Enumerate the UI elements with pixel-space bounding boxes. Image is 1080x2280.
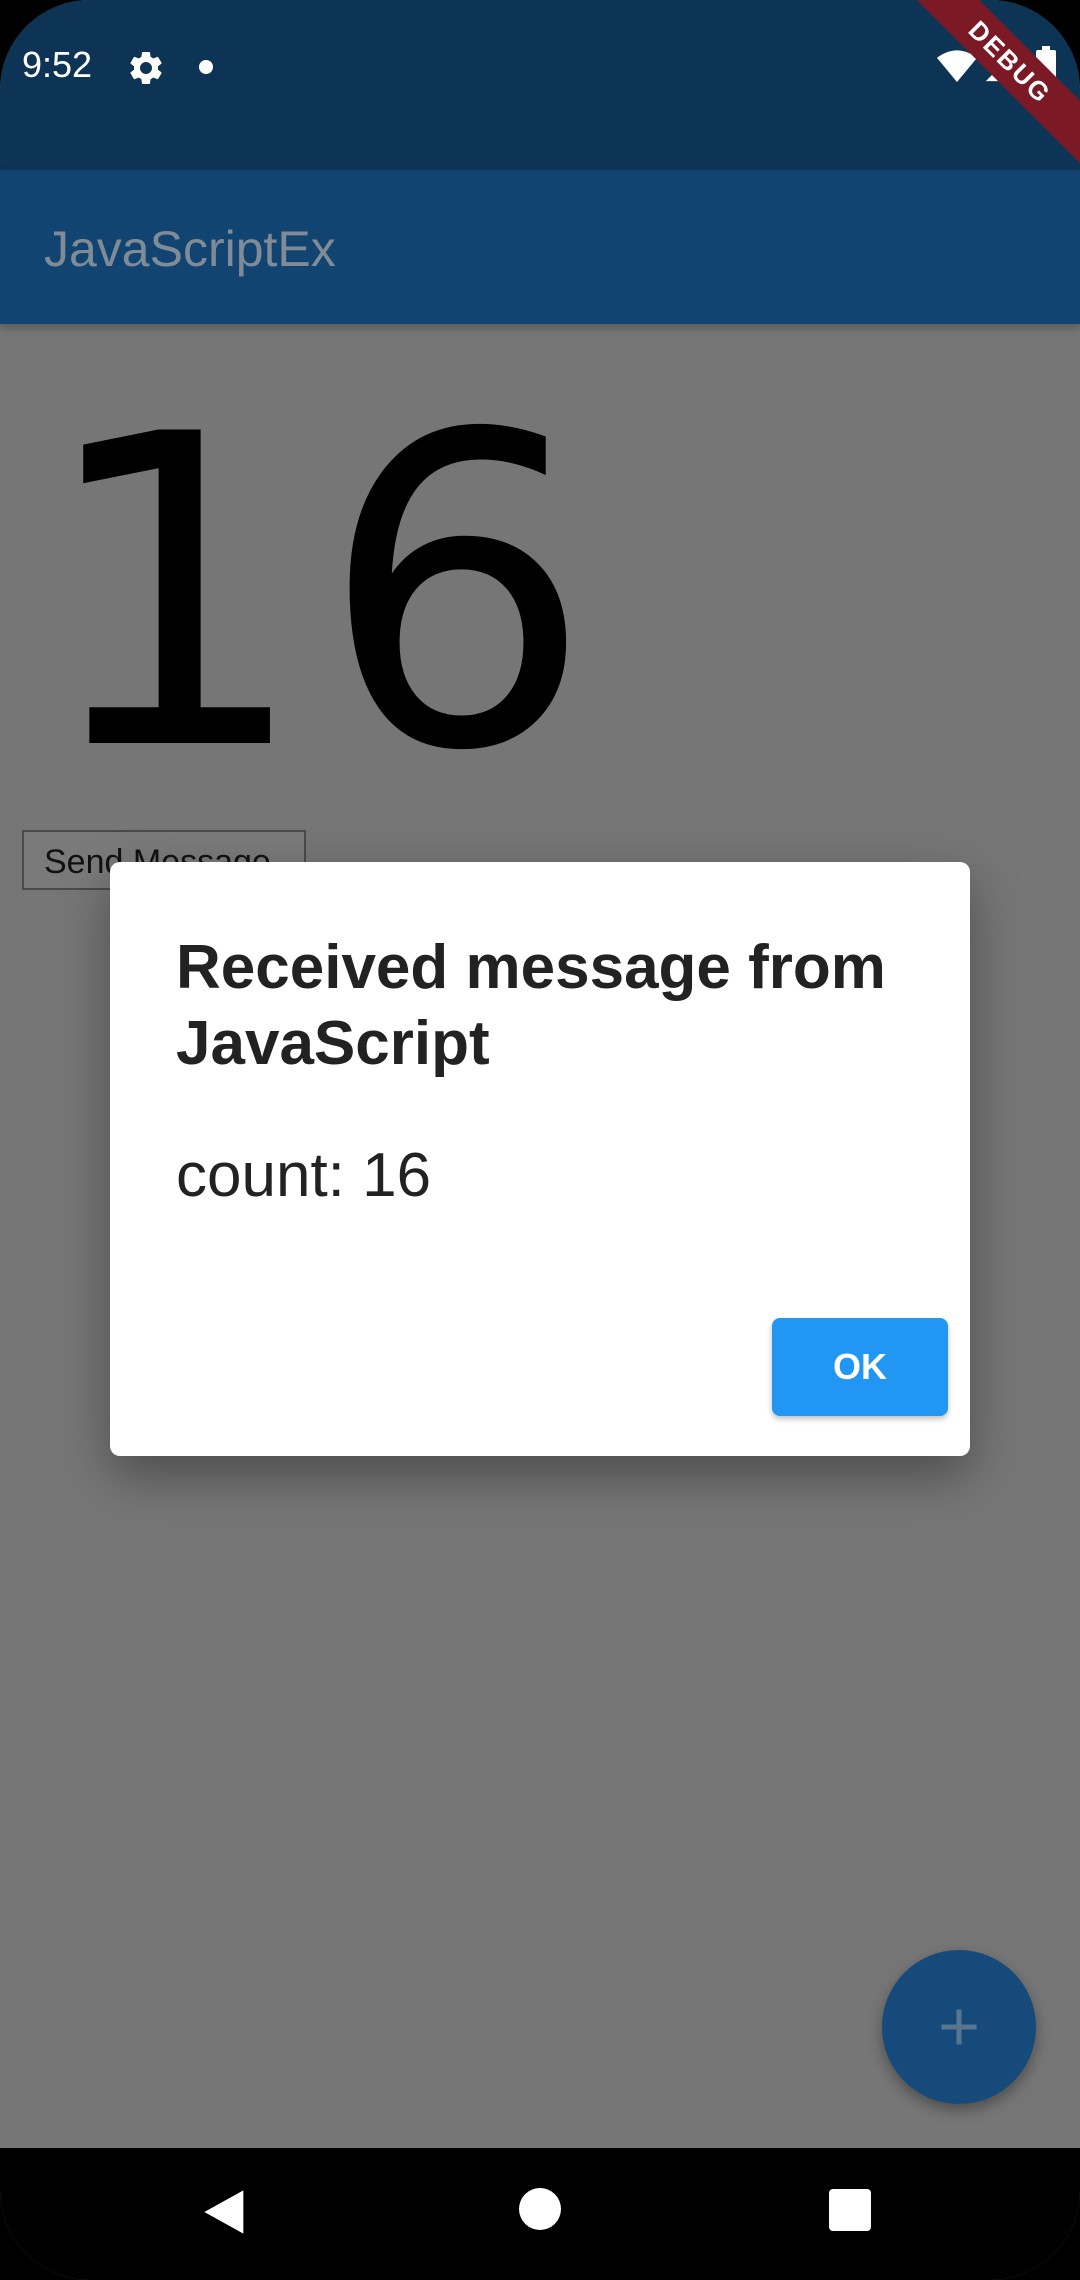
recents-icon[interactable] bbox=[829, 2189, 871, 2231]
app-bar: JavaScriptEx bbox=[0, 170, 1080, 324]
dialog-content: count: 16 bbox=[176, 1141, 432, 1210]
back-icon[interactable] bbox=[200, 2186, 252, 2238]
increment-fab[interactable] bbox=[882, 1950, 1036, 2104]
alert-dialog: Received message from JavaScript count: … bbox=[110, 862, 970, 1456]
status-bar: 9:52 DEBUG bbox=[0, 0, 1080, 170]
debug-banner: DEBUG bbox=[902, 0, 1080, 170]
home-icon[interactable] bbox=[519, 2188, 561, 2230]
navigation-bar bbox=[0, 2148, 1080, 2280]
gear-icon bbox=[130, 51, 162, 84]
app-title: JavaScriptEx bbox=[44, 221, 336, 277]
notification-dot-icon bbox=[199, 60, 213, 74]
counter-display: 16 bbox=[36, 345, 604, 845]
ok-button[interactable]: OK bbox=[772, 1318, 948, 1416]
device-screen: 9:52 DEBUG JavaScriptEx 16 Send Message … bbox=[0, 0, 1080, 2280]
plus-icon bbox=[941, 2009, 977, 2045]
dialog-title: Received message from JavaScript bbox=[176, 933, 886, 1078]
status-time: 9:52 bbox=[22, 44, 93, 85]
